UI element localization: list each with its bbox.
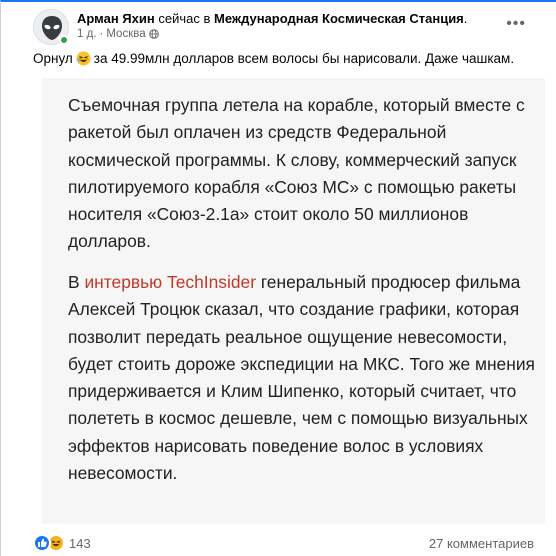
post-caption: Орнул за 49.99млн долларов всем волосы б… [33, 51, 514, 66]
post-title-line: Арман Яхин сейчас в Международная Космич… [77, 11, 467, 26]
like-reaction-icon [33, 534, 51, 552]
checkin-location[interactable]: Международная Космическая Станция [214, 11, 464, 26]
article-screenshot[interactable]: Съемочная группа летела на корабле, кото… [42, 78, 545, 524]
globe-icon [148, 29, 159, 39]
meta-separator: · [99, 28, 104, 40]
facebook-post: Арман Яхин сейчас в Международная Космич… [0, 0, 556, 556]
techinsider-interview-link[interactable]: интервью TechInsider [84, 272, 256, 292]
post-meta: 1 д. · Москва [77, 28, 159, 40]
caption-text-start: Орнул [33, 51, 73, 66]
article-paragraph-2: В интервью TechInsider генеральный продю… [68, 269, 538, 487]
more-horizontal-icon[interactable]: ••• [506, 15, 526, 33]
caption-text-end: за 49.99млн долларов всем волосы бы нари… [93, 51, 515, 66]
reactions-summary[interactable] [33, 534, 69, 552]
laughing-face-emoji-icon [76, 51, 91, 66]
checkin-action: сейчас в [158, 11, 211, 26]
paragraph-2-prefix: В [68, 272, 80, 292]
author-name[interactable]: Арман Яхин [77, 11, 155, 26]
comments-count[interactable]: 27 комментариев [429, 536, 534, 551]
post-footer: 143 27 комментариев [33, 532, 556, 556]
post-city: Москва [106, 28, 146, 40]
reaction-count[interactable]: 143 [69, 536, 91, 551]
post-header: Арман Яхин сейчас в Международная Космич… [33, 9, 556, 45]
post-time[interactable]: 1 д. [77, 28, 97, 40]
article-paragraph-1: Съемочная группа летела на корабле, кото… [68, 95, 525, 252]
location-suffix: . [463, 11, 468, 26]
paragraph-2-text: генеральный продюсер фильма Алексей Троц… [68, 272, 535, 484]
online-status-indicator [59, 35, 69, 45]
